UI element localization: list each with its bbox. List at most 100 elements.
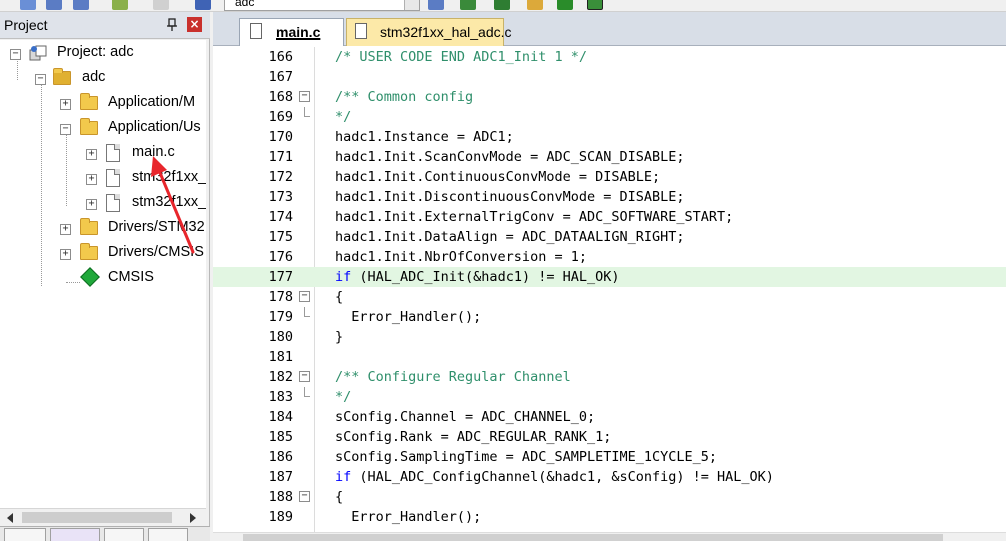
code-line[interactable]: 179 Error_Handler(); (213, 307, 1006, 327)
code-line[interactable]: 189 Error_Handler(); (213, 507, 1006, 527)
fold-end-marker (304, 107, 310, 117)
code-line[interactable]: 187 if (HAL_ADC_ConfigChannel(&hadc1, &sC… (213, 467, 1006, 487)
target-select-value: adc (235, 0, 255, 9)
tree-item-file[interactable]: + stm32f1xx_ (86, 168, 206, 190)
code-line[interactable]: 188− { (213, 487, 1006, 507)
tab-project[interactable] (4, 528, 46, 541)
line-number: 167 (268, 69, 293, 85)
code-line[interactable]: 184 sConfig.Channel = ADC_CHANNEL_0; (213, 407, 1006, 427)
pack-installer-icon[interactable] (557, 0, 573, 10)
target-select[interactable]: adc (224, 0, 420, 11)
code-line[interactable]: 178− { (213, 287, 1006, 307)
options-icon[interactable] (153, 0, 169, 10)
code-line[interactable]: 173 hadc1.Init.DiscontinuousConvMode = DI… (213, 187, 1006, 207)
file-icon (106, 194, 120, 212)
open-icon[interactable] (20, 0, 36, 10)
project-tree-hscrollbar[interactable] (0, 508, 206, 526)
collapse-icon[interactable]: − (35, 74, 46, 85)
tree-item-group[interactable]: + Application/M (60, 93, 206, 115)
code-line[interactable]: 169 */ (213, 107, 1006, 127)
code-line[interactable]: 167 (213, 67, 1006, 87)
code-line[interactable]: 177 if (HAL_ADC_Init(&hadc1) != HAL_OK) (213, 267, 1006, 287)
code-editor[interactable]: 166 /* USER CODE END ADC1_Init 1 */ 167 168… (213, 47, 1006, 532)
tree-item-target[interactable]: − adc (35, 68, 206, 90)
fold-toggle-icon[interactable]: − (299, 371, 310, 382)
file-icon (106, 144, 120, 162)
collapse-icon[interactable]: − (60, 124, 71, 135)
code-line[interactable]: 176 hadc1.Init.NbrOfConversion = 1; (213, 247, 1006, 267)
folder-icon (80, 93, 98, 110)
expand-icon[interactable]: + (86, 149, 97, 160)
collapse-icon[interactable]: − (10, 49, 21, 60)
code-line[interactable]: 175 hadc1.Init.DataAlign = ADC_DATAALIGN_… (213, 227, 1006, 247)
expand-icon[interactable]: + (60, 224, 71, 235)
tree-item-cmsis[interactable]: CMSIS (60, 267, 206, 290)
expand-icon[interactable]: + (60, 99, 71, 110)
code-line[interactable]: 166 /* USER CODE END ADC1_Init 1 */ (213, 47, 1006, 67)
code-line[interactable]: 181 (213, 347, 1006, 367)
line-number: 177 (268, 269, 293, 285)
tab-functions[interactable] (104, 528, 144, 541)
scroll-thumb[interactable] (243, 534, 943, 541)
tab-stm32f1xx-hal-adc-c[interactable]: stm32f1xx_hal_adc.c (346, 18, 512, 46)
line-number: 180 (268, 329, 293, 345)
pin-icon[interactable] (166, 18, 178, 32)
close-icon[interactable]: × (187, 17, 202, 32)
code-line[interactable]: 180} (213, 327, 1006, 347)
code-line[interactable]: 174 hadc1.Init.ExternalTrigConv = ADC_SOF… (213, 207, 1006, 227)
fold-toggle-icon[interactable]: − (299, 491, 310, 502)
tree-item-label: adc (82, 69, 106, 85)
code-text: hadc1.Init.NbrOfConversion = 1; (335, 249, 587, 265)
document-icon (355, 23, 367, 39)
code-text: /* USER CODE END ADC1_Init 1 */ (335, 49, 587, 65)
code-line[interactable]: 170 hadc1.Instance = ADC1; (213, 127, 1006, 147)
line-number: 172 (268, 169, 293, 185)
chevron-down-icon[interactable] (404, 0, 419, 10)
code-line[interactable]: 172 hadc1.Init.ContinuousConvMode = DISAB… (213, 167, 1006, 187)
panel-tabs (0, 526, 210, 541)
expand-icon[interactable]: + (86, 174, 97, 185)
save-icon[interactable] (46, 0, 62, 10)
folder-icon (80, 243, 98, 260)
line-number: 171 (268, 149, 293, 165)
debug-icon[interactable] (527, 0, 543, 10)
code-line[interactable]: 183 */ (213, 387, 1006, 407)
tree-item-file[interactable]: + stm32f1xx_ (86, 193, 206, 215)
save-all-icon[interactable] (73, 0, 89, 10)
tree-item-project[interactable]: − Project: adc (10, 43, 206, 65)
fold-toggle-icon[interactable]: − (299, 91, 310, 102)
code-line[interactable]: 186 sConfig.SamplingTime = ADC_SAMPLETIME… (213, 447, 1006, 467)
target-icon[interactable] (195, 0, 211, 10)
tree-item-label: Drivers/STM32 (108, 219, 205, 235)
code-line[interactable]: 171 hadc1.Init.ScanConvMode = ADC_SCAN_DI… (213, 147, 1006, 167)
scroll-left-icon[interactable] (7, 513, 13, 523)
tab-templates[interactable] (148, 528, 188, 541)
tree-item-group[interactable]: − Application/Us (60, 118, 206, 140)
download-icon[interactable] (494, 0, 510, 10)
code-text: sConfig.SamplingTime = ADC_SAMPLETIME_1C… (335, 449, 718, 465)
tab-main-c[interactable]: main.c (239, 18, 344, 46)
tree-item-file-main[interactable]: + main.c (86, 143, 206, 165)
code-line[interactable]: 168− /** Common config (213, 87, 1006, 107)
code-line[interactable]: 182− /** Configure Regular Channel (213, 367, 1006, 387)
tree-item-group[interactable]: + Drivers/CMSIS (60, 243, 206, 265)
window-layout-icon[interactable] (587, 0, 603, 10)
expand-icon[interactable]: + (60, 249, 71, 260)
tree-item-group[interactable]: + Drivers/STM32 (60, 218, 206, 240)
code-text: sConfig.Channel = ADC_CHANNEL_0; (335, 409, 596, 425)
expand-icon[interactable]: + (86, 199, 97, 210)
code-text: */ (335, 389, 352, 405)
code-line[interactable]: 185 sConfig.Rank = ADC_REGULAR_RANK_1; (213, 427, 1006, 447)
fold-toggle-icon[interactable]: − (299, 291, 310, 302)
tab-books[interactable] (50, 528, 100, 541)
tree-item-label: CMSIS (108, 269, 154, 285)
build-icon[interactable] (112, 0, 128, 10)
editor-hscrollbar[interactable] (213, 532, 1006, 541)
code-text: hadc1.Init.DataAlign = ADC_DATAALIGN_RIG… (335, 229, 685, 245)
scroll-thumb[interactable] (22, 512, 172, 523)
folder-icon (80, 218, 98, 235)
manage-icon[interactable] (460, 0, 476, 10)
scroll-right-icon[interactable] (190, 513, 196, 523)
toolbar: adc (0, 0, 1006, 12)
wizard-icon[interactable] (428, 0, 444, 10)
